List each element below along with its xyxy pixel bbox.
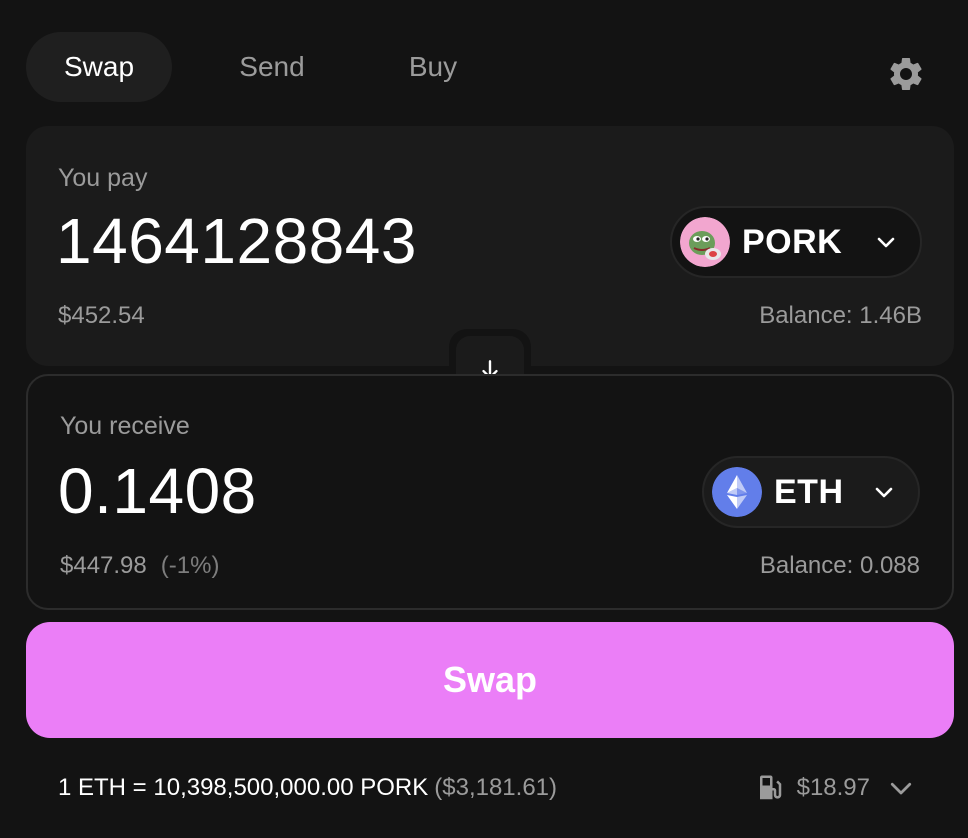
receive-balance: Balance: 0.088 xyxy=(759,552,920,579)
gear-icon[interactable] xyxy=(886,54,926,94)
tab-send[interactable]: Send xyxy=(198,32,346,102)
tab-buy[interactable]: Buy xyxy=(370,32,496,102)
swap-tabs: Swap Send Buy xyxy=(26,32,942,102)
pay-token-symbol: PORK xyxy=(742,222,843,261)
tab-swap[interactable]: Swap xyxy=(26,32,172,102)
swap-details: 1 ETH = 10,398,500,000.00 PORK ($3,181.61… xyxy=(58,766,916,810)
exchange-rate-usd: ($3,181.61) xyxy=(434,774,558,801)
receive-panel: You receive 0.1408 ETH $447.98 (-1%) Bala… xyxy=(26,374,954,610)
pay-label: You pay xyxy=(58,164,148,192)
gas-pump-icon xyxy=(759,775,781,800)
pay-balance: Balance: 1.46B xyxy=(759,302,922,329)
receive-usd-amount: $447.98 xyxy=(60,552,147,579)
pork-token-icon xyxy=(680,217,730,267)
eth-token-icon xyxy=(712,467,762,517)
exchange-rate-text: 1 ETH = 10,398,500,000.00 PORK xyxy=(58,774,429,801)
receive-label: You receive xyxy=(60,412,190,440)
chevron-down-icon xyxy=(877,237,895,248)
chevron-down-icon xyxy=(875,487,893,498)
receive-token-symbol: ETH xyxy=(774,472,844,511)
receive-amount-input[interactable]: 0.1408 xyxy=(58,454,257,528)
pay-amount-input[interactable]: 1464128843 xyxy=(56,204,417,278)
gas-fee-toggle[interactable]: $18.97 xyxy=(755,766,916,810)
price-impact: (-1%) xyxy=(160,552,220,579)
pay-token-selector[interactable]: PORK xyxy=(670,206,922,278)
gas-fee: $18.97 xyxy=(796,774,870,801)
swap-button[interactable]: Swap xyxy=(26,622,954,738)
receive-token-selector[interactable]: ETH xyxy=(702,456,920,528)
pay-usd-value: $452.54 xyxy=(58,302,145,329)
exchange-rate[interactable]: 1 ETH = 10,398,500,000.00 PORK ($3,181.61… xyxy=(58,774,557,802)
receive-usd-value: $447.98 (-1%) xyxy=(60,552,219,580)
chevron-down-icon xyxy=(890,782,912,795)
